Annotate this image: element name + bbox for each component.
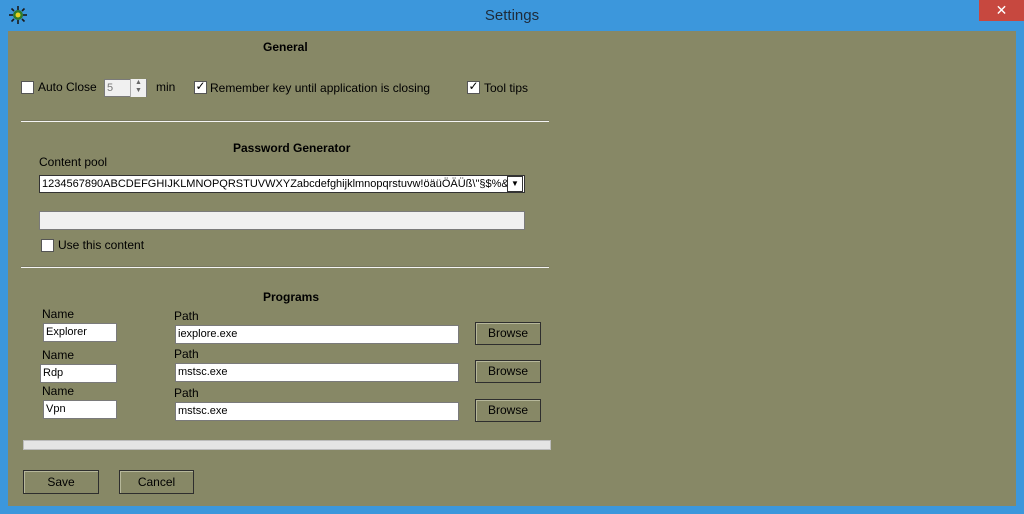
save-button[interactable]: Save bbox=[23, 470, 99, 494]
check-icon: ✓ bbox=[468, 79, 479, 93]
program-path-value: iexplore.exe bbox=[178, 328, 238, 340]
program-path-input[interactable]: iexplore.exe bbox=[175, 325, 459, 344]
general-separator bbox=[21, 120, 549, 122]
progress-bar bbox=[23, 440, 551, 450]
general-heading: General bbox=[263, 40, 308, 54]
close-button[interactable]: ✕ bbox=[979, 0, 1024, 21]
program-name-value: Explorer bbox=[46, 326, 87, 338]
program-name-input[interactable]: Rdp bbox=[40, 364, 117, 383]
program-path-label: Path bbox=[174, 347, 199, 361]
window-title: Settings bbox=[484, 7, 540, 24]
program-path-value: mstsc.exe bbox=[178, 366, 228, 378]
program-path-label: Path bbox=[174, 386, 199, 400]
spin-down-icon[interactable]: ▼ bbox=[131, 87, 146, 95]
program-name-input[interactable]: Vpn bbox=[43, 400, 117, 419]
auto-close-label: Auto Close bbox=[38, 80, 97, 94]
tool-tips-checkbox[interactable]: ✓ bbox=[467, 79, 480, 94]
close-icon: ✕ bbox=[995, 2, 1008, 18]
program-name-input[interactable]: Explorer bbox=[43, 323, 117, 342]
use-this-content-label: Use this content bbox=[58, 238, 145, 252]
title-bar[interactable]: Settings ✕ bbox=[0, 0, 1024, 31]
min-label: min bbox=[156, 80, 176, 94]
auto-close-checkbox[interactable] bbox=[21, 81, 34, 94]
content-pool-select[interactable]: 1234567890ABCDEFGHIJKLMNOPQRSTUVWXYZabcd… bbox=[39, 175, 525, 193]
program-path-input[interactable]: mstsc.exe bbox=[175, 363, 459, 382]
content-pool-value: 1234567890ABCDEFGHIJKLMNOPQRSTUVWXYZabcd… bbox=[42, 178, 516, 190]
program-name-label: Name bbox=[42, 307, 75, 321]
check-icon: ✓ bbox=[195, 79, 206, 93]
remember-key-checkbox[interactable]: ✓ bbox=[194, 79, 207, 94]
use-this-content-checkbox[interactable] bbox=[41, 239, 54, 252]
program-path-label: Path bbox=[174, 309, 199, 323]
remember-key-label: Remember key until application is closin… bbox=[210, 81, 431, 95]
password-separator bbox=[21, 266, 549, 268]
settings-window: Settings ✕ General Auto Close 5 ▲ ▼ min … bbox=[0, 0, 1024, 514]
program-path-value: mstsc.exe bbox=[178, 405, 228, 417]
password-generator-heading: Password Generator bbox=[233, 141, 351, 155]
program-name-label: Name bbox=[42, 384, 75, 398]
program-name-value: Vpn bbox=[46, 403, 66, 415]
cancel-button[interactable]: Cancel bbox=[119, 470, 194, 494]
program-path-input[interactable]: mstsc.exe bbox=[175, 402, 459, 421]
browse-button[interactable]: Browse bbox=[475, 322, 541, 345]
programs-heading: Programs bbox=[263, 290, 320, 304]
program-name-value: Rdp bbox=[43, 367, 64, 379]
program-name-label: Name bbox=[42, 348, 75, 362]
custom-content-input[interactable] bbox=[39, 211, 525, 230]
auto-close-value: 5 bbox=[107, 82, 114, 94]
settings-panel: General Auto Close 5 ▲ ▼ min ✓ Remember … bbox=[8, 31, 1016, 506]
chevron-down-icon[interactable]: ▼ bbox=[507, 176, 523, 192]
browse-button[interactable]: Browse bbox=[475, 360, 541, 383]
browse-button[interactable]: Browse bbox=[475, 399, 541, 422]
tool-tips-label: Tool tips bbox=[484, 81, 529, 95]
minutes-spinner[interactable]: ▲ ▼ bbox=[130, 79, 146, 97]
spin-up-icon[interactable]: ▲ bbox=[131, 79, 146, 87]
content-pool-label: Content pool bbox=[39, 155, 108, 169]
